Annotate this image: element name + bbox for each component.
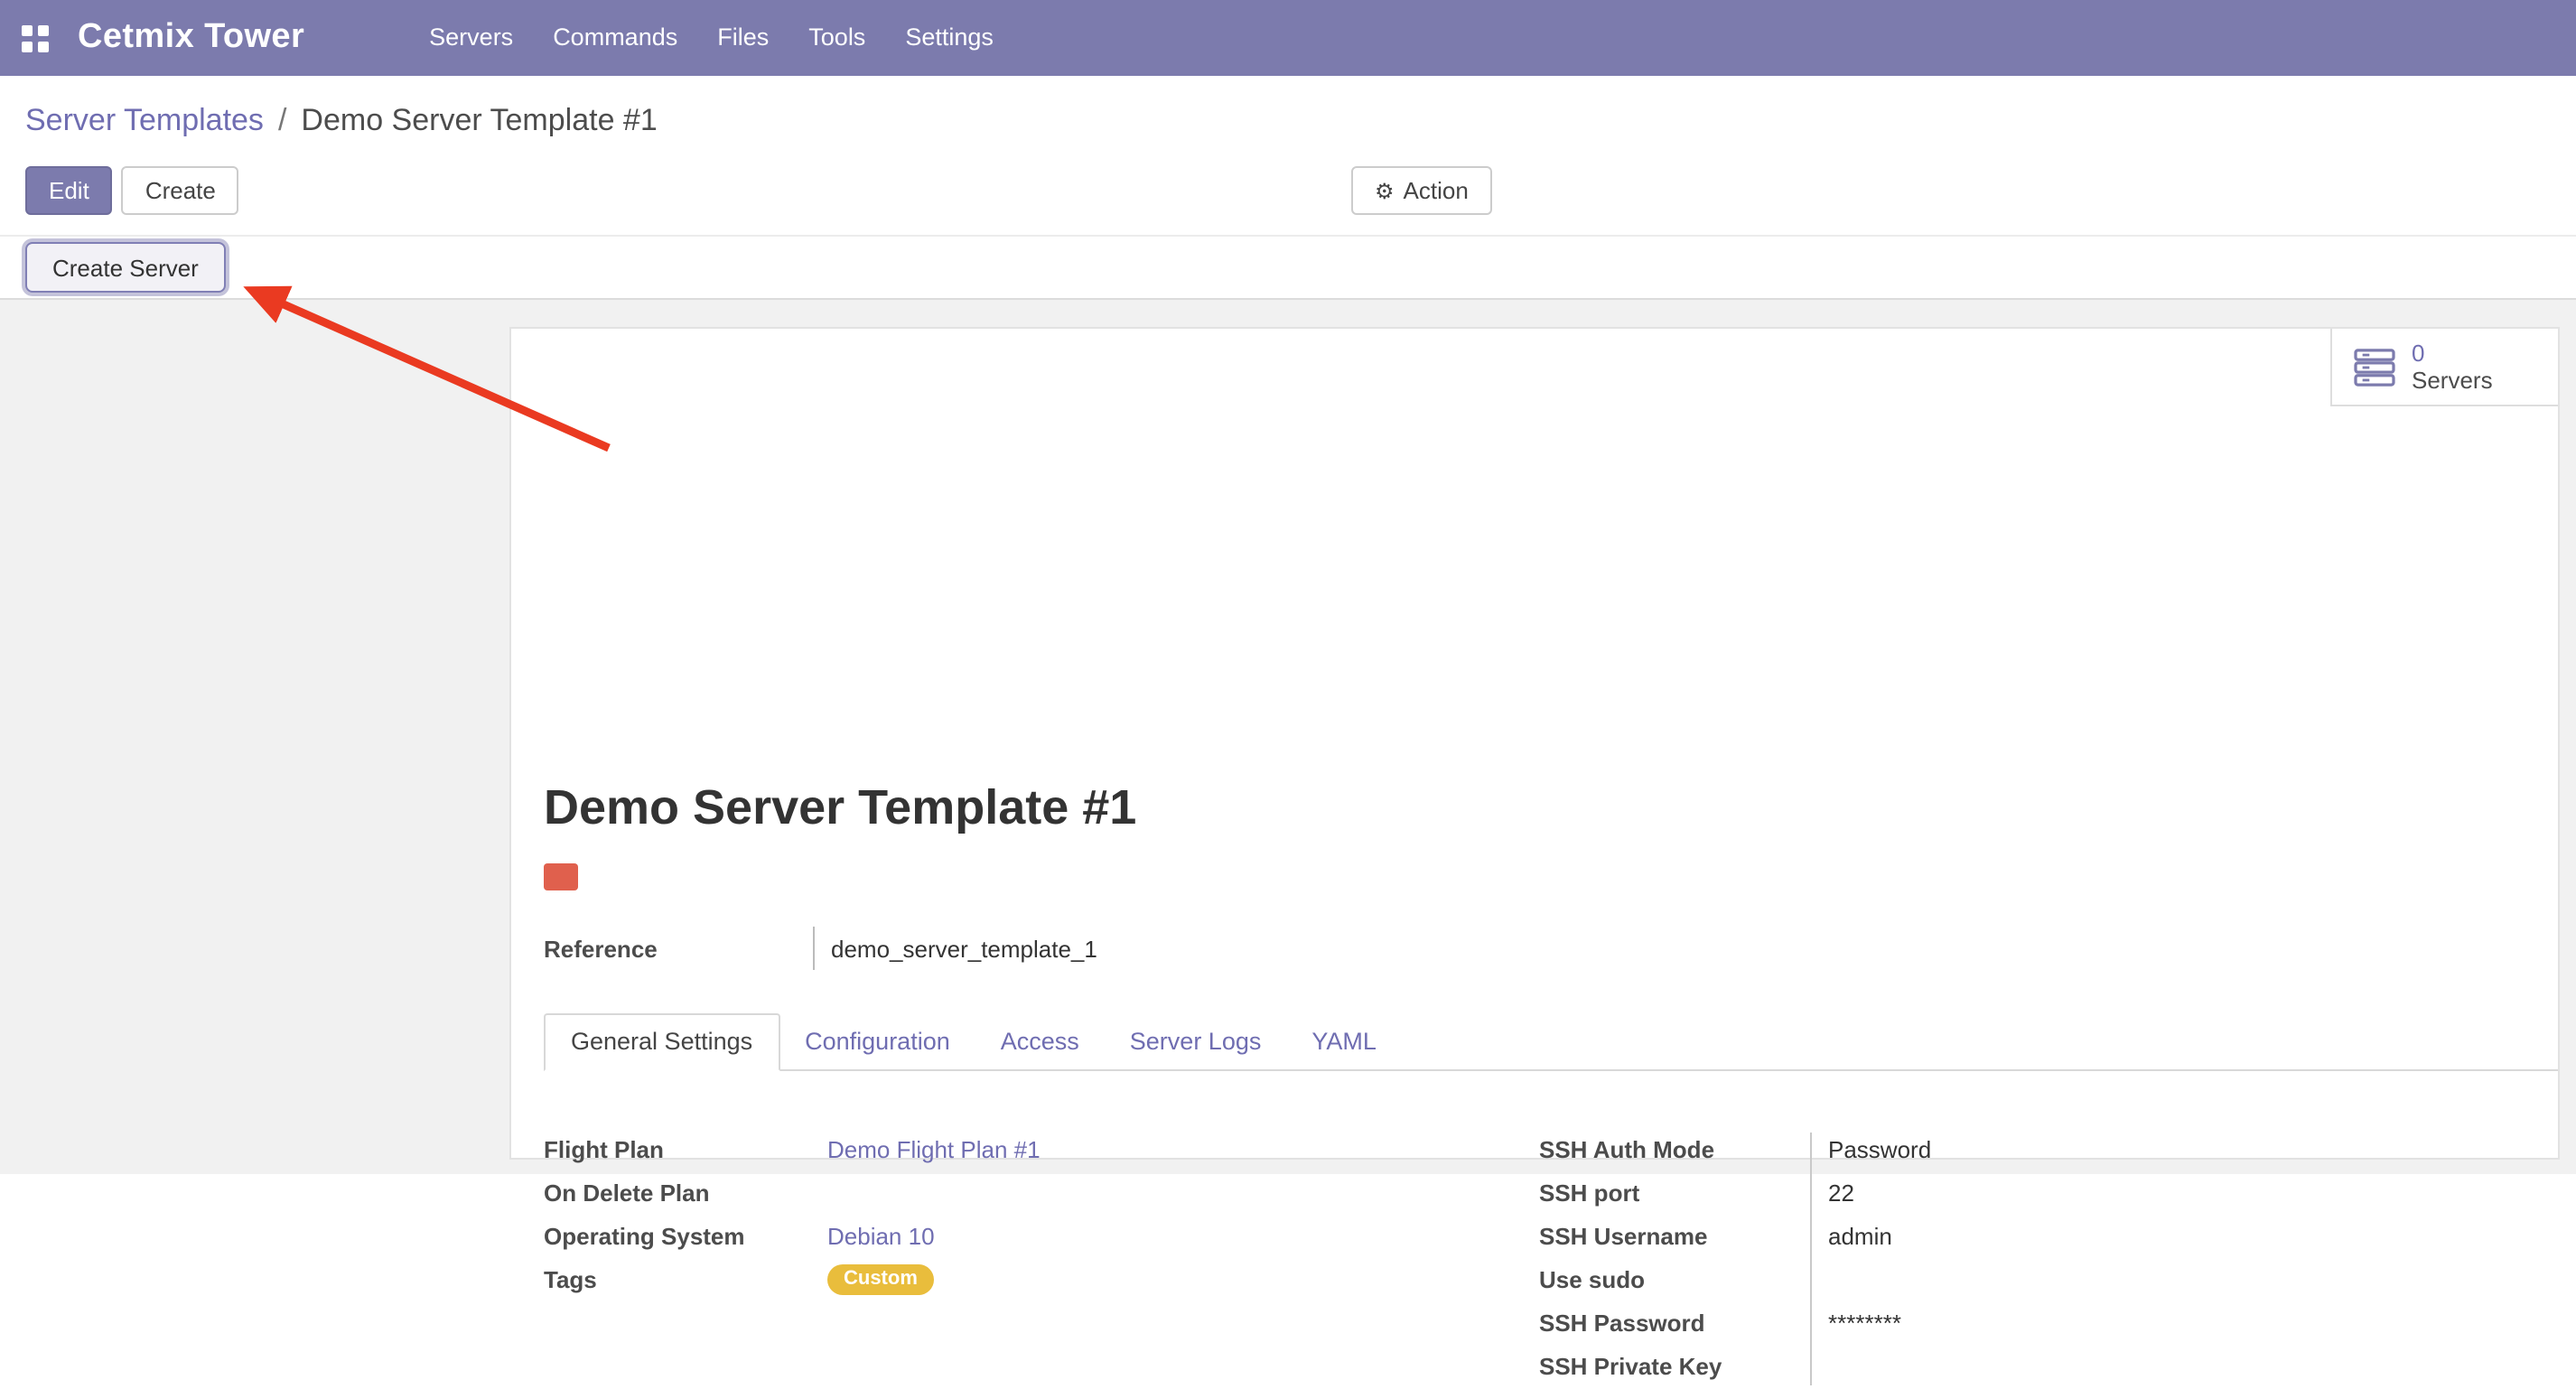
edit-button[interactable]: Edit: [25, 166, 113, 215]
field-ssh-auth-mode: SSH Auth Mode Password: [1539, 1129, 2298, 1172]
control-panel-buttons: Edit Create: [25, 166, 239, 215]
field-label: SSH Auth Mode: [1539, 1129, 1810, 1172]
servers-count: 0: [2412, 340, 2493, 367]
field-label: SSH port: [1539, 1172, 1810, 1216]
tab-yaml[interactable]: YAML: [1286, 1013, 1402, 1069]
tab-configuration[interactable]: Configuration: [779, 1013, 975, 1069]
content-background: 0 Servers Demo Server Template #1 Refere…: [0, 298, 2576, 1174]
field-label: Tags: [544, 1259, 827, 1302]
notebook-tabs: General Settings Configuration Access Se…: [544, 1013, 2558, 1071]
fields-separator-line: [1810, 1133, 1812, 1385]
field-tags: Tags Custom: [544, 1259, 1447, 1302]
field-ssh-port: SSH port 22: [1539, 1172, 2298, 1216]
ssh-username-value[interactable]: admin: [1828, 1216, 1892, 1259]
field-ssh-username: SSH Username admin: [1539, 1216, 2298, 1259]
flight-plan-link[interactable]: Demo Flight Plan #1: [827, 1129, 1041, 1172]
operating-system-link[interactable]: Debian 10: [827, 1216, 935, 1259]
ssh-port-value[interactable]: 22: [1828, 1172, 1854, 1216]
form-sheet: 0 Servers Demo Server Template #1 Refere…: [509, 327, 2560, 1160]
fields-column-left: Flight Plan Demo Flight Plan #1 On Delet…: [544, 1129, 1447, 1302]
reference-value[interactable]: demo_server_template_1: [831, 935, 1097, 962]
field-flight-plan: Flight Plan Demo Flight Plan #1: [544, 1129, 1447, 1172]
tag-badge[interactable]: Custom: [827, 1264, 934, 1295]
gear-icon: ⚙: [1375, 180, 1395, 201]
tab-server-logs[interactable]: Server Logs: [1105, 1013, 1287, 1069]
field-label: On Delete Plan: [544, 1172, 827, 1216]
control-panel-divider: [0, 235, 2576, 237]
create-button[interactable]: Create: [122, 166, 239, 215]
app-root: Cetmix Tower Servers Commands Files Tool…: [0, 0, 2576, 1174]
reference-field: Reference demo_server_template_1: [544, 927, 1097, 970]
action-button-label: Action: [1404, 177, 1469, 204]
form-header-buttons: Create Server: [25, 242, 226, 293]
field-operating-system: Operating System Debian 10: [544, 1216, 1447, 1259]
fields-column-right: SSH Auth Mode Password SSH port 22 SSH U…: [1539, 1129, 2298, 1389]
ssh-password-value[interactable]: ********: [1828, 1302, 1901, 1346]
top-navbar: Cetmix Tower Servers Commands Files Tool…: [0, 0, 2576, 76]
create-server-button[interactable]: Create Server: [25, 242, 226, 293]
nav-item-commands[interactable]: Commands: [533, 0, 697, 76]
tab-general-settings[interactable]: General Settings: [544, 1013, 779, 1071]
field-on-delete-plan: On Delete Plan: [544, 1172, 1447, 1216]
nav-item-settings[interactable]: Settings: [885, 0, 1013, 76]
field-label: Use sudo: [1539, 1259, 1810, 1302]
apps-menu-icon[interactable]: [22, 24, 49, 51]
servers-count-label: Servers: [2412, 367, 2493, 394]
servers-stat-button[interactable]: 0 Servers: [2330, 329, 2558, 406]
field-ssh-password: SSH Password ********: [1539, 1302, 2298, 1346]
reference-separator: [813, 927, 815, 970]
record-title: Demo Server Template #1: [544, 780, 1136, 834]
field-use-sudo: Use sudo: [1539, 1259, 2298, 1302]
breadcrumb: Server Templates / Demo Server Template …: [0, 76, 2576, 166]
field-label: SSH Private Key: [1539, 1346, 1810, 1389]
brand-title[interactable]: Cetmix Tower: [78, 18, 304, 58]
ssh-auth-mode-value[interactable]: Password: [1828, 1129, 1931, 1172]
nav-item-servers[interactable]: Servers: [409, 0, 533, 76]
field-ssh-private-key: SSH Private Key: [1539, 1346, 2298, 1389]
action-button[interactable]: ⚙ Action: [1351, 166, 1492, 215]
main-menu: Servers Commands Files Tools Settings: [409, 0, 1013, 76]
reference-label: Reference: [544, 935, 813, 962]
nav-item-files[interactable]: Files: [697, 0, 789, 76]
color-swatch[interactable]: [544, 863, 578, 890]
field-label: Operating System: [544, 1216, 827, 1259]
field-label: SSH Username: [1539, 1216, 1810, 1259]
breadcrumb-current: Demo Server Template #1: [301, 103, 657, 139]
nav-item-tools[interactable]: Tools: [789, 0, 885, 76]
breadcrumb-separator: /: [278, 103, 286, 139]
server-stack-icon: [2354, 348, 2395, 386]
breadcrumb-parent-link[interactable]: Server Templates: [25, 103, 264, 139]
tab-access[interactable]: Access: [975, 1013, 1105, 1069]
field-label: Flight Plan: [544, 1129, 827, 1172]
field-label: SSH Password: [1539, 1302, 1810, 1346]
